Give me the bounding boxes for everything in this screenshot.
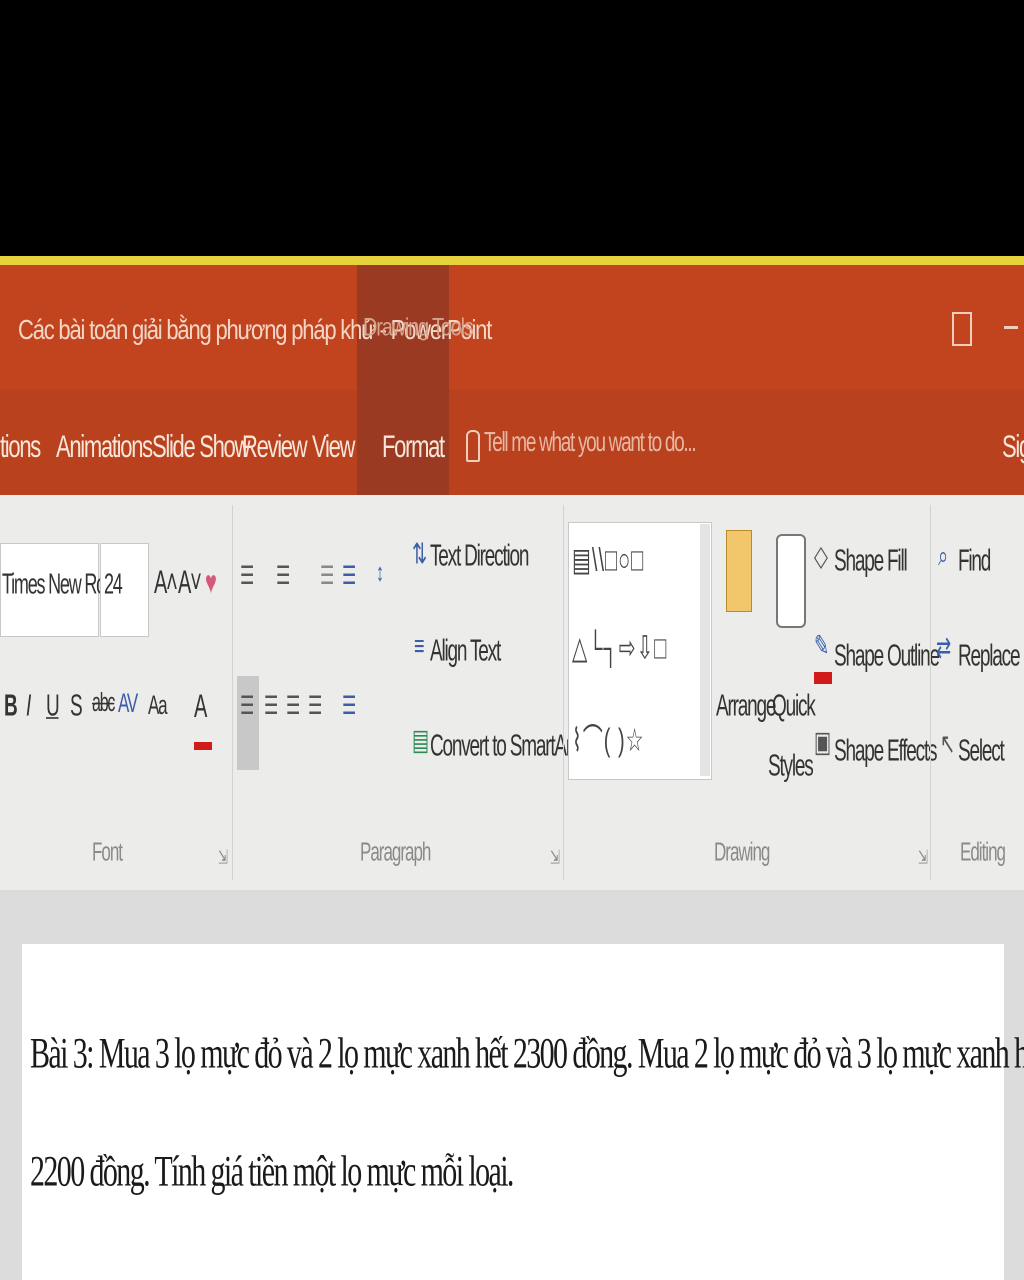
shapes-row-2-icon[interactable]: △└┐⇨⇩□ xyxy=(572,628,667,668)
select-button[interactable]: Select xyxy=(958,735,1005,770)
font-group-label: Font xyxy=(92,838,123,867)
shape-outline-swatch xyxy=(814,672,832,684)
decrease-font-size-icon[interactable]: A˅ xyxy=(178,566,202,603)
gallery-scrollbar[interactable] xyxy=(700,524,710,776)
italic-icon[interactable]: I xyxy=(26,690,31,725)
increase-font-size-icon[interactable]: A˄ xyxy=(154,566,178,603)
paragraph-dialog-launcher-icon[interactable]: ⇲ xyxy=(550,846,560,868)
shape-effects-button[interactable]: Shape Effects xyxy=(834,735,938,770)
shape-outline-button[interactable]: Shape Outline xyxy=(834,640,940,675)
tab-slide-show[interactable]: Slide Show xyxy=(152,428,250,466)
tab-animations[interactable]: Animations xyxy=(56,428,153,466)
context-group-title: Drawing Tools xyxy=(363,314,474,342)
tab-view[interactable]: View xyxy=(312,428,355,466)
columns-icon[interactable]: ☰ xyxy=(342,690,356,722)
quick-button[interactable]: Quick xyxy=(772,690,816,725)
arrange-icon[interactable] xyxy=(726,530,752,612)
numbering-icon[interactable]: ☰ xyxy=(276,560,290,592)
drawing-dialog-launcher-icon[interactable]: ⇲ xyxy=(918,846,928,868)
shape-fill-button[interactable]: Shape Fill xyxy=(834,545,908,580)
convert-smartart-button[interactable]: Convert to SmartArt xyxy=(430,730,576,765)
align-text-icon[interactable]: ≡ xyxy=(414,630,425,664)
minimize-icon[interactable] xyxy=(1004,326,1018,329)
increase-indent-icon[interactable]: ☰ xyxy=(342,560,356,592)
letterbox-top xyxy=(0,0,1024,256)
align-right-icon[interactable]: ☰ xyxy=(286,690,300,722)
shape-effects-icon[interactable]: ▣ xyxy=(814,726,831,760)
font-size-value: 24 xyxy=(104,568,123,600)
line-spacing-icon[interactable]: ↕ xyxy=(376,560,384,589)
align-left-lines-icon: ☰ xyxy=(240,693,254,721)
tell-me-search[interactable]: Tell me what you want to do... xyxy=(484,428,697,460)
group-separator xyxy=(563,505,564,880)
tab-review[interactable]: Review xyxy=(242,428,308,466)
shape-fill-icon[interactable]: ◇ xyxy=(814,540,828,574)
bold-icon[interactable]: B xyxy=(4,690,18,725)
tab-format[interactable]: Format xyxy=(382,428,445,466)
decrease-indent-icon[interactable]: ☰ xyxy=(320,560,334,592)
font-name-value: Times New Ror xyxy=(2,568,111,600)
arrange-button[interactable]: Arrange xyxy=(716,690,776,725)
font-color-swatch xyxy=(194,742,212,750)
replace-button[interactable]: Replace xyxy=(958,640,1021,675)
smartart-icon[interactable]: ▤ xyxy=(412,724,429,758)
styles-button[interactable]: Styles xyxy=(768,750,814,785)
slide-text-line-2[interactable]: 2200 đồng. Tính giá tiền một lọ mực mỗi … xyxy=(30,1148,514,1197)
tab-transitions[interactable]: tions xyxy=(0,428,41,466)
slide-canvas[interactable] xyxy=(22,944,1004,1280)
font-color-icon[interactable]: A xyxy=(194,690,207,727)
text-shadow-icon[interactable]: S xyxy=(70,690,83,725)
replace-icon[interactable]: ⇄ xyxy=(936,632,951,666)
window-border-highlight xyxy=(0,256,1024,265)
font-dialog-launcher-icon[interactable]: ⇲ xyxy=(218,846,228,868)
editing-group-label: Editing xyxy=(960,838,1006,867)
align-text-button[interactable]: Align Text xyxy=(430,635,501,670)
find-icon[interactable]: ⌕ xyxy=(938,540,948,574)
sign-in-link[interactable]: Sig xyxy=(1002,428,1024,466)
group-separator xyxy=(930,505,931,880)
bullets-icon[interactable]: ☰ xyxy=(240,560,254,592)
clear-formatting-icon[interactable]: ♥ xyxy=(205,566,217,603)
drawing-group-label: Drawing xyxy=(714,838,770,867)
strikethrough-icon[interactable]: abc xyxy=(92,690,115,719)
select-icon[interactable]: ↖ xyxy=(940,728,955,762)
find-button[interactable]: Find xyxy=(958,545,991,580)
character-spacing-icon[interactable]: AV xyxy=(118,688,138,720)
quick-styles-icon[interactable] xyxy=(776,534,806,628)
shape-outline-icon[interactable]: ✎ xyxy=(814,630,829,664)
text-direction-icon[interactable]: ⇅ xyxy=(412,538,427,572)
change-case-icon[interactable]: Aa xyxy=(148,690,168,722)
ribbon-display-options-icon[interactable] xyxy=(952,312,972,346)
slide-text-line-1[interactable]: Bài 3: Mua 3 lọ mực đỏ và 2 lọ mực xanh … xyxy=(30,1030,1024,1079)
center-icon[interactable]: ☰ xyxy=(264,690,278,722)
text-direction-button[interactable]: Text Direction xyxy=(430,540,530,575)
shapes-row-3-icon[interactable]: ⌇⌒( )☆ xyxy=(572,714,645,760)
underline-icon[interactable]: U xyxy=(46,690,60,725)
paragraph-group-label: Paragraph xyxy=(360,838,431,867)
justify-icon[interactable]: ☰ xyxy=(308,690,322,722)
lightbulb-icon xyxy=(466,430,480,462)
shapes-row-1-icon[interactable]: ▤\\□○□ xyxy=(572,540,644,580)
group-separator xyxy=(232,505,233,880)
